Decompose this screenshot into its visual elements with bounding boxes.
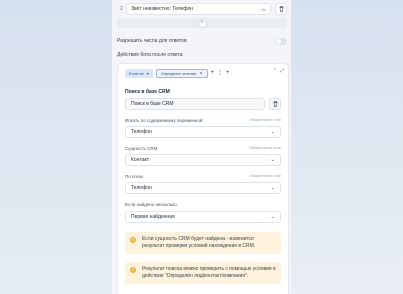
multiple-found-value: Первая найденная [131, 214, 175, 220]
info-notice: ! Если сущность CRM будет найдена - изме… [125, 232, 281, 254]
crm-search-name-input[interactable]: Поиск в базе CRM [125, 98, 265, 110]
required-hint: Обязательное поле [249, 174, 281, 178]
after-answer-title: Действие бота после ответа [117, 52, 183, 58]
entity-chip[interactable]: Определен контакт × [155, 69, 208, 78]
chevron-down-icon: ⌄ [270, 214, 275, 220]
notice-text: Результат поиска можно проверить с помощ… [142, 266, 276, 279]
by-field-select[interactable]: Телефон ⌄ [125, 182, 281, 194]
bot-settings-panel: 2 Звёт неизвестно: Телефон / ffa + Разре… [112, 0, 291, 294]
by-field-value: Телефон [131, 185, 152, 191]
remove-chip-icon[interactable]: × [200, 71, 203, 77]
entity-chip-label: Определен контакт [160, 71, 197, 76]
trash-icon [279, 6, 283, 12]
search-variable-select[interactable]: Телефон ⌄ [125, 126, 281, 138]
chevron-down-icon: ⌄ [270, 185, 275, 191]
if-not-dropdown[interactable]: Если не ▾ [125, 69, 153, 78]
info-notice: ! Результат поиска можно проверить с пом… [125, 262, 281, 284]
multiple-found-label: Если найдено несколько: [125, 202, 281, 207]
chevron-down-icon: ⌄ [270, 157, 275, 163]
row-index: 2 [120, 6, 123, 12]
crm-search-title: Поиск в базе CRM [125, 89, 170, 95]
allow-numbers-row: Разрешить числа для ответов [117, 36, 287, 46]
add-group-button[interactable]: + [226, 69, 230, 78]
crm-entity-label: Сущность CRM Обязательное поле [125, 146, 281, 151]
background-right [291, 0, 403, 294]
background-left [0, 0, 112, 294]
multiple-found-label-text: Если найдено несколько: [125, 202, 178, 207]
allow-numbers-toggle[interactable] [275, 37, 287, 45]
chevron-down-icon: ⌄ [270, 129, 275, 135]
if-not-label: Если не [129, 71, 144, 76]
info-icon: ! [130, 267, 136, 273]
card-controls: ⌃ ⤢ [273, 68, 284, 74]
number-value-tag: / ffa [259, 6, 266, 12]
required-hint: Обязательное поле [249, 146, 281, 150]
search-variable-label: Искать по содержимому переменной: Обязат… [125, 118, 281, 123]
info-icon: ! [130, 237, 136, 243]
search-variable-value: Телефон [131, 129, 152, 135]
plus-icon: + [197, 18, 207, 28]
number-list-row: 2 Звёт неизвестно: Телефон / ffa [117, 2, 287, 16]
delete-action-button[interactable] [269, 98, 281, 110]
crm-entity-value: Контакт [131, 157, 150, 163]
number-value-text: Звёт неизвестно: Телефон [131, 6, 193, 12]
by-field-label: По полю Обязательное поле [125, 174, 281, 179]
delete-number-button[interactable] [275, 3, 287, 15]
expand-icon[interactable]: ⤢ [280, 68, 284, 74]
trash-icon [273, 101, 277, 107]
chevron-down-icon: ▾ [146, 71, 149, 76]
add-condition-button[interactable]: + [211, 69, 215, 78]
crm-entity-label-text: Сущность CRM [125, 146, 158, 151]
allow-numbers-label: Разрешить числа для ответов [117, 38, 187, 44]
multiple-found-select[interactable]: Первая найденная ⌄ [125, 211, 281, 223]
action-card: Если не ▾ Определен контакт × + ⋮ + ⌃ ⤢ … [117, 63, 289, 294]
more-icon[interactable]: ⋮ [217, 69, 223, 78]
required-hint: Обязательное поле [249, 118, 281, 122]
crm-search-name-value: Поиск в базе CRM [131, 101, 174, 107]
condition-row: Если не ▾ Определен контакт × + ⋮ + [125, 69, 230, 78]
crm-entity-select[interactable]: Контакт ⌄ [125, 154, 281, 166]
notice-text: Если сущность CRM будет найдена - измени… [142, 236, 256, 249]
search-variable-label-text: Искать по содержимому переменной: [125, 118, 204, 123]
collapse-icon[interactable]: ⌃ [273, 68, 277, 74]
by-field-label-text: По полю [125, 174, 143, 179]
number-value-input[interactable]: Звёт неизвестно: Телефон / ffa [126, 3, 271, 15]
add-number-button[interactable]: + [117, 18, 287, 28]
